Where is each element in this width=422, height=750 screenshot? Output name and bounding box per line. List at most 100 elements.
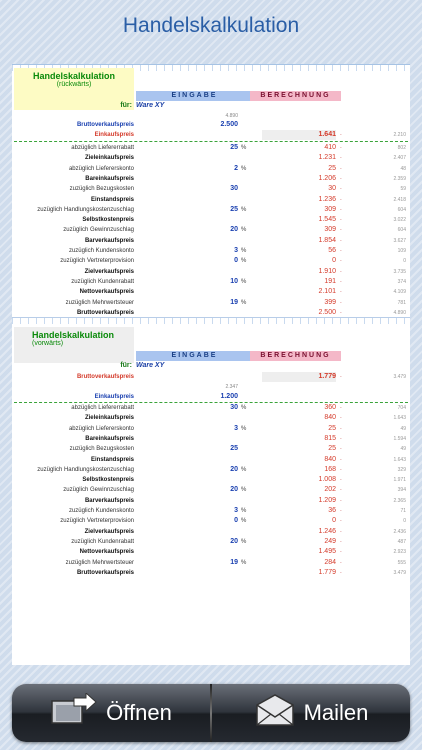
row-input[interactable]: 3 — [198, 424, 238, 434]
row-result: 0 — [332, 257, 336, 265]
row-result: 191 — [324, 277, 336, 285]
row-side-value: 2.436 — [393, 528, 406, 535]
currency-mark: - — [340, 374, 342, 380]
row-result: 25 — [328, 164, 336, 172]
row-label: zuzüglich Kundenskonto — [68, 248, 134, 254]
calc-row: Zielverkaufspreis 1.246- 2.436 — [12, 527, 410, 537]
row-label: Bareinkaufspreis — [85, 435, 134, 442]
row-input[interactable]: 0 — [198, 256, 238, 266]
mail-button[interactable]: Mailen — [212, 684, 410, 742]
calc-row: Einstandspreis 1.236- 2.418 — [12, 195, 410, 205]
calc-row: zuzüglich Vertreterprovision 0% 0-0 — [12, 516, 410, 526]
section1-brutto-input[interactable]: 2.500 — [198, 120, 238, 130]
row-input[interactable]: 25 — [198, 205, 238, 215]
calc-row: Selbstkostenpreis 1.545- 3.022 — [12, 215, 410, 225]
calc-row: abzüglich Liefererrabatt 25% 410- 802 — [12, 143, 410, 153]
section2-einkauf-input[interactable]: 1.200 — [198, 392, 238, 402]
row-label: Einstandspreis — [90, 196, 134, 203]
row-input[interactable]: 20 — [198, 485, 238, 495]
row-input[interactable]: 20 — [198, 225, 238, 235]
row-input[interactable]: 20 — [198, 465, 238, 475]
row-input[interactable]: 25 — [198, 444, 238, 454]
section2-brutto-value: 1.779 — [262, 372, 336, 382]
row-side-value: 59 — [400, 186, 406, 193]
calc-row: zuzüglich Gewinnzuschlag 20% 309- 604 — [12, 225, 410, 235]
row-result: 25 — [328, 445, 336, 453]
sheet-ruler — [12, 317, 410, 324]
row-label: Barverkaufspreis — [84, 237, 134, 244]
row-input[interactable]: 30 — [198, 403, 238, 413]
currency-mark: - — [340, 155, 342, 162]
currency-mark: - — [340, 538, 342, 545]
currency-mark: - — [340, 497, 342, 504]
currency-mark: - — [340, 435, 342, 442]
calc-row: zuzüglich Handlungskostenzuschlag 20% 168-… — [12, 465, 410, 475]
currency-mark: - — [340, 549, 342, 556]
row-side-value: 0 — [403, 518, 406, 525]
row-label: zuzüglich Mehrwertsteuer — [65, 559, 134, 566]
currency-mark: - — [340, 278, 342, 285]
row-label: abzüglich Liefererskonto — [68, 165, 134, 172]
row-label: Zielverkaufspreis — [84, 268, 134, 275]
section2-ware-input[interactable]: Ware XY — [136, 362, 164, 369]
section1-einkauf-row: Einkaufspreis 1.641 - 2.210 — [12, 130, 410, 140]
row-input[interactable]: 19 — [198, 558, 238, 568]
row-result: 399 — [324, 298, 336, 306]
section2-eingabe-header: EINGABE — [136, 351, 253, 361]
row-side-value: 3.735 — [393, 268, 406, 275]
row-side-value: 604 — [397, 206, 406, 213]
row-input[interactable]: 25 — [198, 143, 238, 153]
row-label: Einstandspreis — [90, 456, 134, 463]
currency-mark: - — [340, 508, 342, 514]
row-label: zuzüglich Bezugskosten — [69, 446, 134, 453]
row-result: 309 — [324, 226, 336, 234]
row-input[interactable]: 3 — [198, 246, 238, 256]
row-result: 2.101 — [318, 288, 336, 296]
row-input[interactable]: 3 — [198, 506, 238, 516]
row-result: 1.209 — [318, 496, 336, 504]
spreadsheet[interactable]: Handelskalkulation (rückwärts) EINGABE B… — [12, 64, 410, 665]
currency-mark: - — [340, 528, 342, 535]
calc-row: abzüglich Liefererskonto 3% 25- 49 — [12, 424, 410, 434]
currency-mark: - — [340, 132, 342, 138]
section1-divider — [14, 141, 408, 142]
row-percent-sign: % — [241, 248, 247, 254]
row-input[interactable]: 30 — [198, 184, 238, 194]
row-label: Selbstkostenpreis — [82, 477, 134, 484]
currency-mark: - — [340, 466, 342, 473]
row-label: zuzüglich Bezugskosten — [69, 186, 134, 193]
row-result: 1.545 — [318, 216, 336, 224]
row-side-value: 802 — [397, 145, 406, 151]
calc-row: Nettoverkaufspreis 2.101- 4.109 — [12, 287, 410, 297]
row-side-value: 2.359 — [393, 175, 406, 182]
open-button[interactable]: Öffnen — [12, 684, 210, 742]
row-input[interactable]: 19 — [198, 298, 238, 308]
row-input[interactable]: 20 — [198, 537, 238, 547]
calc-row: abzüglich Liefererrabatt 30% 360- 704 — [12, 403, 410, 413]
section2-einkauf-row: Einkaufspreis 1.200 — [12, 392, 410, 402]
row-input[interactable]: 0 — [198, 516, 238, 526]
row-percent-sign: % — [241, 165, 247, 172]
section2-heading: Handelskalkulation — [32, 330, 115, 340]
section1-berechnung-header: BERECHNUNG — [250, 91, 341, 101]
row-result: 202 — [324, 486, 336, 494]
row-percent-sign: % — [241, 258, 247, 265]
row-percent-sign: % — [241, 559, 247, 566]
row-percent-sign: % — [241, 206, 247, 213]
calc-row: zuzüglich Kundenrabatt 10% 191- 374 — [12, 277, 410, 287]
row-percent-sign: % — [241, 405, 247, 411]
row-input[interactable]: 10 — [198, 277, 238, 287]
row-side-value: 329 — [397, 466, 406, 473]
currency-mark: - — [340, 248, 342, 254]
currency-mark: - — [340, 477, 342, 484]
row-percent-sign: % — [241, 538, 247, 545]
row-side-value: 1.643 — [393, 415, 406, 422]
row-input[interactable]: 2 — [198, 164, 238, 174]
section2-smallnum: 2.347 — [225, 384, 238, 390]
calc-row: Bareinkaufspreis 1.206- 2.359 — [12, 174, 410, 184]
section1-ware-input[interactable]: Ware XY — [136, 102, 164, 109]
currency-mark: - — [340, 289, 342, 296]
currency-mark: - — [340, 415, 342, 422]
row-result: 1.236 — [318, 195, 336, 203]
row-label: Barverkaufspreis — [84, 497, 134, 504]
